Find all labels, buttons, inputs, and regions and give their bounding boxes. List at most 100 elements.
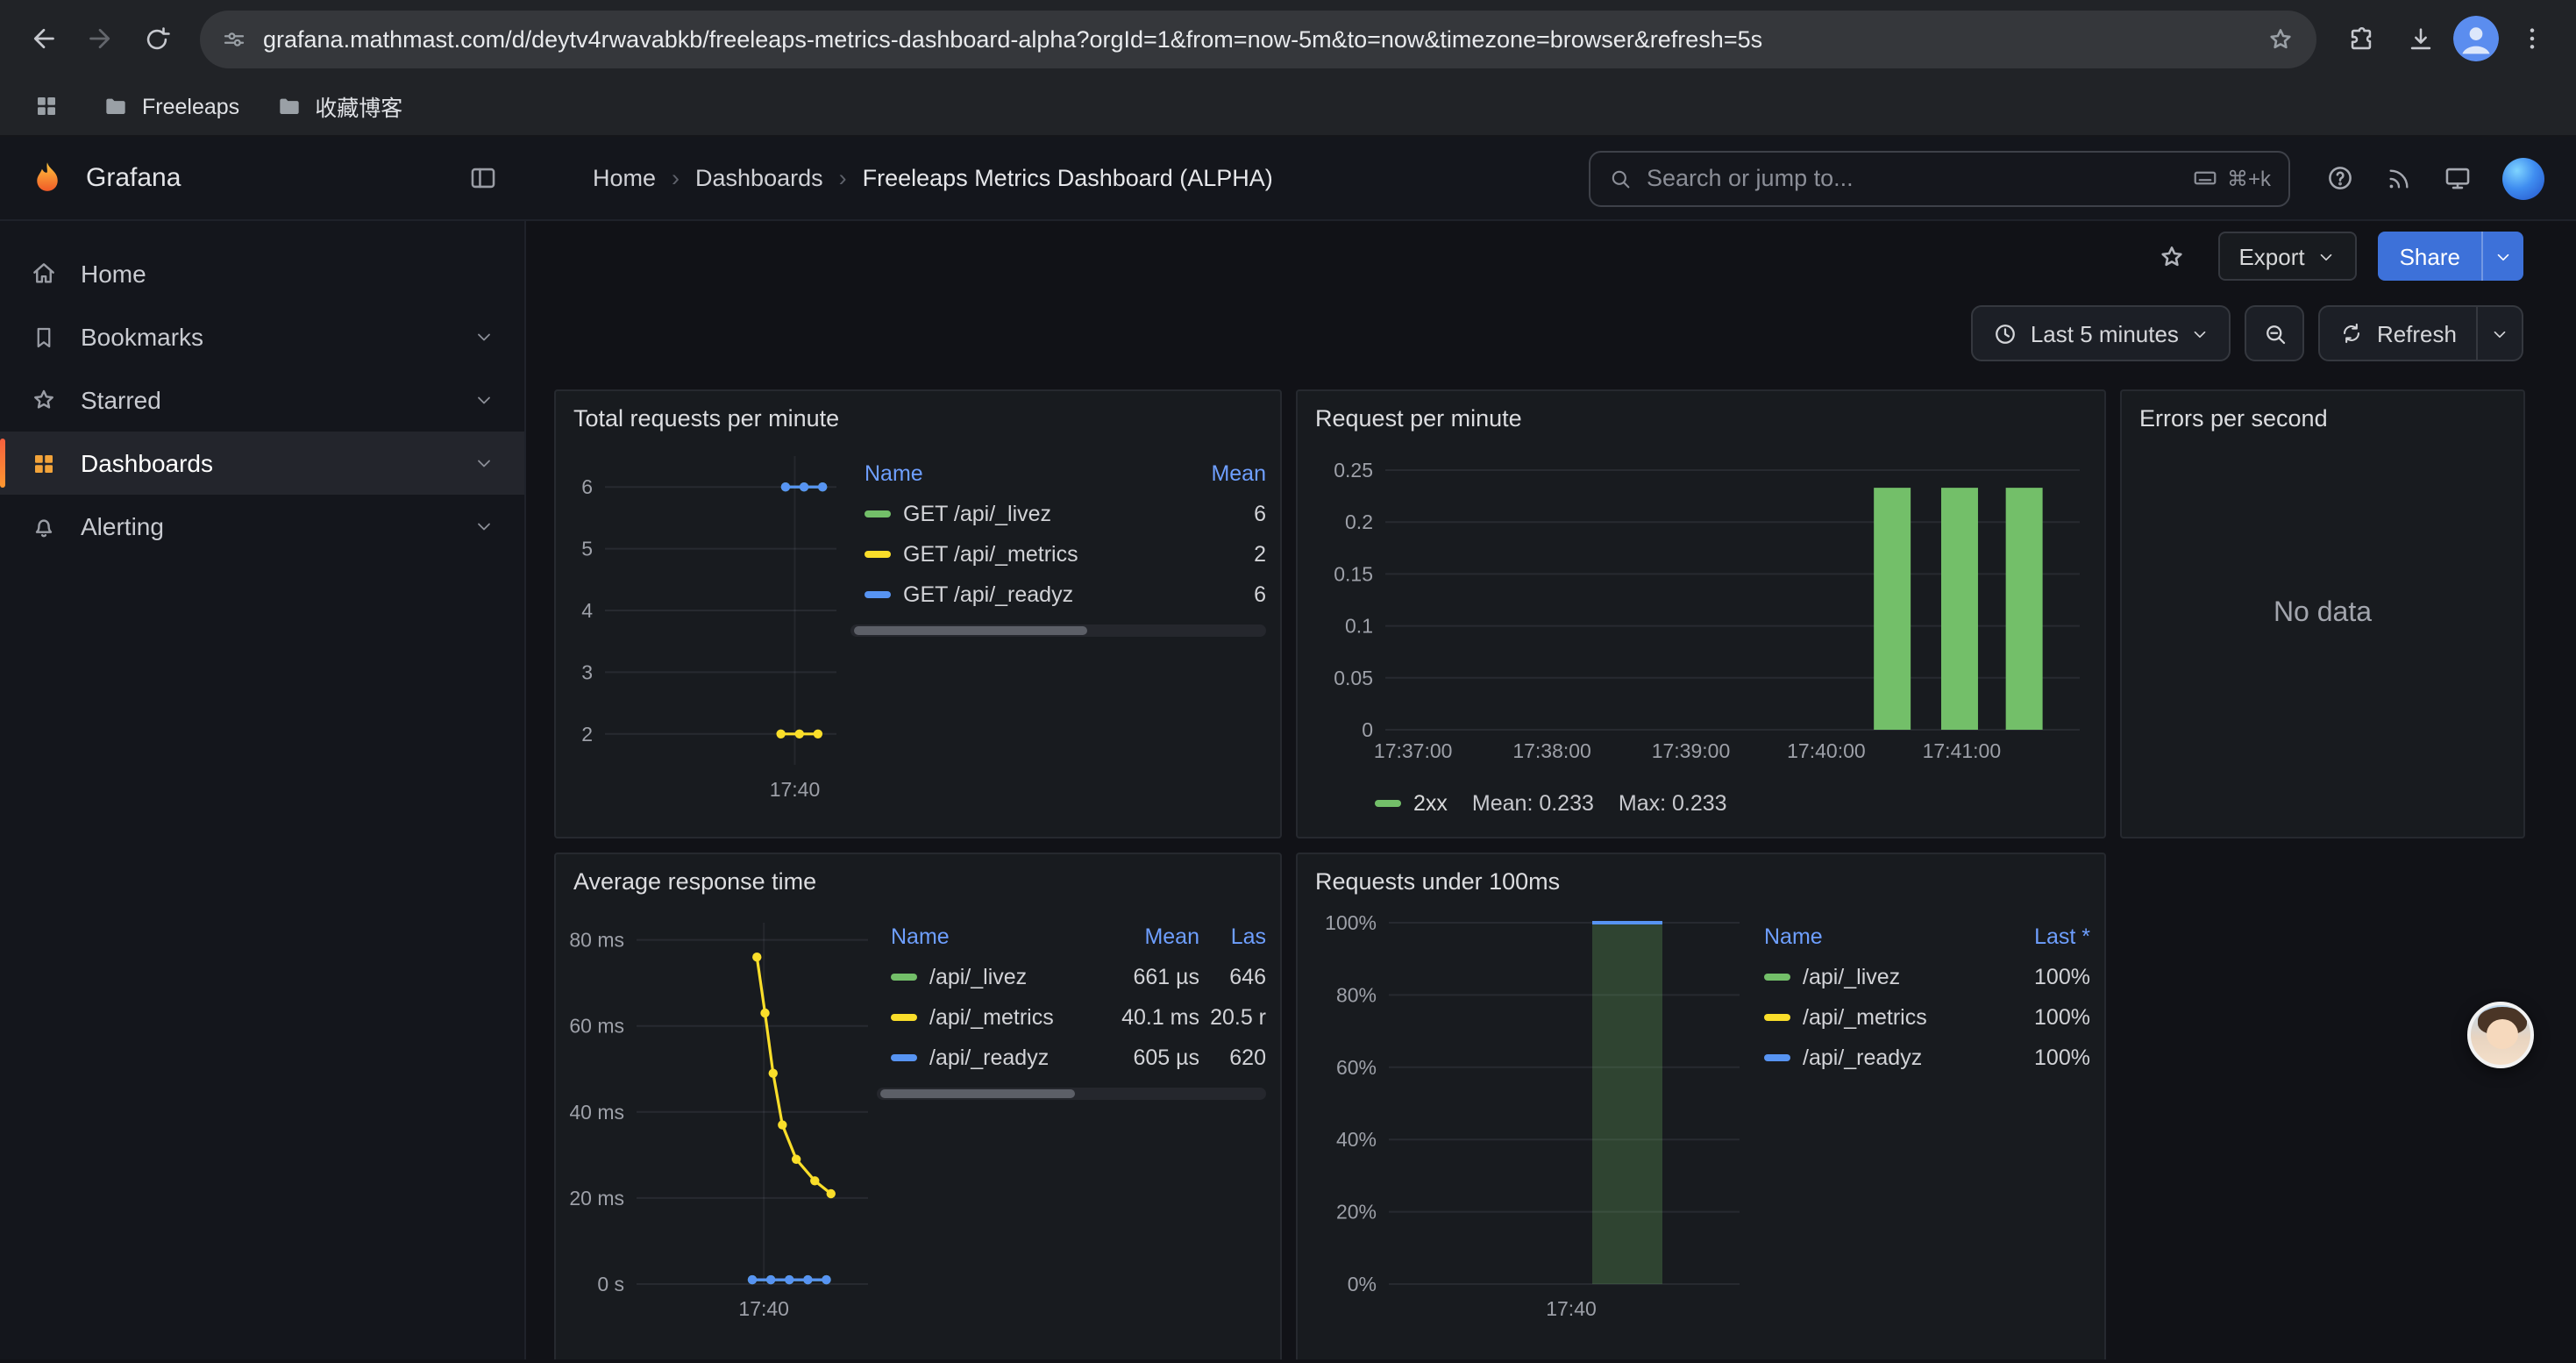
scrollbar-thumb[interactable] xyxy=(854,626,1086,635)
line-chart: 80 ms60 ms40 ms20 ms0 s17:40 xyxy=(570,902,877,1333)
back-button[interactable] xyxy=(18,12,70,65)
legend-value: 605 µs xyxy=(1101,1045,1199,1069)
svg-text:0.25: 0.25 xyxy=(1334,459,1373,482)
forward-button[interactable] xyxy=(74,12,126,65)
apps-button[interactable] xyxy=(25,85,67,127)
export-button[interactable]: Export xyxy=(2217,232,2357,281)
legend-row[interactable]: /api/_livez100% xyxy=(1764,956,2090,996)
shortcut-text: ⌘+k xyxy=(2227,166,2271,190)
legend-row[interactable]: /api/_metrics40.1 ms20.5 r xyxy=(891,996,1266,1037)
arrow-left-icon xyxy=(28,23,60,54)
extensions-button[interactable] xyxy=(2334,12,2387,65)
chevron-down-icon[interactable] xyxy=(473,516,495,537)
legend-row[interactable]: GET /api/_livez6 xyxy=(865,493,1266,533)
browser-menu-button[interactable] xyxy=(2506,12,2558,65)
search-input[interactable] xyxy=(1647,165,2178,191)
profile-button[interactable] xyxy=(2453,16,2499,61)
chevron-down-icon[interactable] xyxy=(473,453,495,474)
bookmark-folder-blogs[interactable]: 收藏博客 xyxy=(274,89,402,123)
legend-header-cell[interactable]: Name xyxy=(1764,924,1999,948)
svg-text:0.1: 0.1 xyxy=(1345,615,1373,638)
legend-series[interactable]: 2xx xyxy=(1375,791,1448,816)
panel-title[interactable]: Errors per second xyxy=(2136,402,2509,439)
search-shortcut: ⌘+k xyxy=(2192,165,2271,191)
grafana-logo[interactable] xyxy=(28,159,67,197)
breadcrumb-dashboards[interactable]: Dashboards xyxy=(695,165,823,191)
floating-avatar-widget[interactable] xyxy=(2467,1002,2534,1068)
downloads-button[interactable] xyxy=(2394,12,2446,65)
reload-button[interactable] xyxy=(130,12,182,65)
svg-text:0.05: 0.05 xyxy=(1334,667,1373,689)
legend-header-cell[interactable]: Last * xyxy=(1999,924,2090,948)
news-button[interactable] xyxy=(2385,164,2413,192)
legend-row[interactable]: /api/_metrics100% xyxy=(1764,996,2090,1037)
svg-text:0 s: 0 s xyxy=(597,1273,624,1295)
sidebar-item-label: Starred xyxy=(81,386,161,414)
legend-header-cell[interactable]: Las xyxy=(1199,924,1266,948)
svg-text:4: 4 xyxy=(581,599,593,622)
grafana-body: Home Bookmarks Starred Dashboards Alerti… xyxy=(0,221,2576,1359)
sidebar-item-dashboards[interactable]: Dashboards xyxy=(0,432,524,495)
arrow-right-icon xyxy=(84,23,116,54)
address-bar[interactable]: grafana.mathmast.com/d/deytv4rwavabkb/fr… xyxy=(200,10,2316,68)
svg-text:6: 6 xyxy=(581,475,593,498)
bookmark-folder-freeleaps[interactable]: Freeleaps xyxy=(102,92,239,120)
bookmark-star-icon[interactable] xyxy=(2266,24,2295,54)
kebab-menu-icon xyxy=(2518,25,2546,53)
time-range-label: Last 5 minutes xyxy=(2031,320,2179,346)
display-button[interactable] xyxy=(2443,163,2473,193)
svg-text:20%: 20% xyxy=(1336,1201,1377,1224)
legend-row[interactable]: GET /api/_readyz6 xyxy=(865,574,1266,614)
chevron-down-icon[interactable] xyxy=(473,326,495,347)
refresh-button[interactable]: Refresh xyxy=(2319,305,2478,361)
apps-grid-icon xyxy=(32,93,59,119)
svg-text:60%: 60% xyxy=(1336,1056,1377,1079)
panel-title[interactable]: Request per minute xyxy=(1312,402,2090,439)
legend-scrollbar[interactable] xyxy=(850,624,1266,637)
bell-icon xyxy=(30,512,58,540)
series-swatch xyxy=(891,1053,917,1060)
time-range-picker[interactable]: Last 5 minutes xyxy=(1971,305,2231,361)
legend-row[interactable]: /api/_readyz605 µs620 xyxy=(891,1037,1266,1077)
sidebar-item-bookmarks[interactable]: Bookmarks xyxy=(0,305,524,368)
svg-text:80 ms: 80 ms xyxy=(570,929,624,952)
breadcrumb-home[interactable]: Home xyxy=(593,165,656,191)
sidebar-item-home[interactable]: Home xyxy=(0,242,524,305)
chevron-down-icon[interactable] xyxy=(473,389,495,410)
share-menu-button[interactable] xyxy=(2481,232,2523,281)
user-avatar[interactable] xyxy=(2502,157,2544,199)
sidebar-item-starred[interactable]: Starred xyxy=(0,368,524,432)
panel-title[interactable]: Requests under 100ms xyxy=(1312,865,2090,902)
mega-menu-toggle[interactable] xyxy=(468,163,498,193)
svg-text:100%: 100% xyxy=(1325,911,1377,934)
url-text[interactable]: grafana.mathmast.com/d/deytv4rwavabkb/fr… xyxy=(263,25,2250,52)
svg-text:17:37:00: 17:37:00 xyxy=(1374,739,1453,762)
panel-title[interactable]: Average response time xyxy=(570,865,1266,902)
legend-header-cell[interactable]: Name xyxy=(865,460,1175,485)
home-icon xyxy=(30,260,58,288)
legend-scrollbar[interactable] xyxy=(877,1088,1266,1100)
time-controls-row: Last 5 minutes Refresh xyxy=(526,305,2576,361)
legend-header-cell[interactable]: Mean xyxy=(1101,924,1199,948)
zoom-out-button[interactable] xyxy=(2245,305,2305,361)
series-swatch xyxy=(1764,973,1790,980)
legend-header-cell[interactable]: Mean xyxy=(1175,460,1266,485)
refresh-interval-button[interactable] xyxy=(2478,305,2523,361)
grafana-header: Grafana Home › Dashboards › Freeleaps Me… xyxy=(0,137,2576,221)
dashboards-icon xyxy=(30,450,58,476)
share-button[interactable]: Share xyxy=(2379,232,2481,281)
legend-row[interactable]: /api/_livez661 µs646 xyxy=(891,956,1266,996)
scrollbar-thumb[interactable] xyxy=(880,1089,1075,1098)
legend-header-cell[interactable]: Name xyxy=(891,924,1101,948)
legend-row[interactable]: GET /api/_metrics2 xyxy=(865,533,1266,574)
legend-row[interactable]: /api/_readyz100% xyxy=(1764,1037,2090,1077)
site-settings-icon[interactable] xyxy=(221,25,247,52)
legend-series-name: /api/_readyz xyxy=(891,1045,1101,1069)
sidebar-item-alerting[interactable]: Alerting xyxy=(0,495,524,558)
search-box[interactable]: ⌘+k xyxy=(1589,150,2290,206)
legend-value: 20.5 r xyxy=(1199,1004,1266,1029)
favorite-dashboard-button[interactable] xyxy=(2147,232,2196,281)
svg-text:60 ms: 60 ms xyxy=(570,1015,624,1038)
help-button[interactable] xyxy=(2325,163,2355,193)
panel-title[interactable]: Total requests per minute xyxy=(570,402,1266,439)
